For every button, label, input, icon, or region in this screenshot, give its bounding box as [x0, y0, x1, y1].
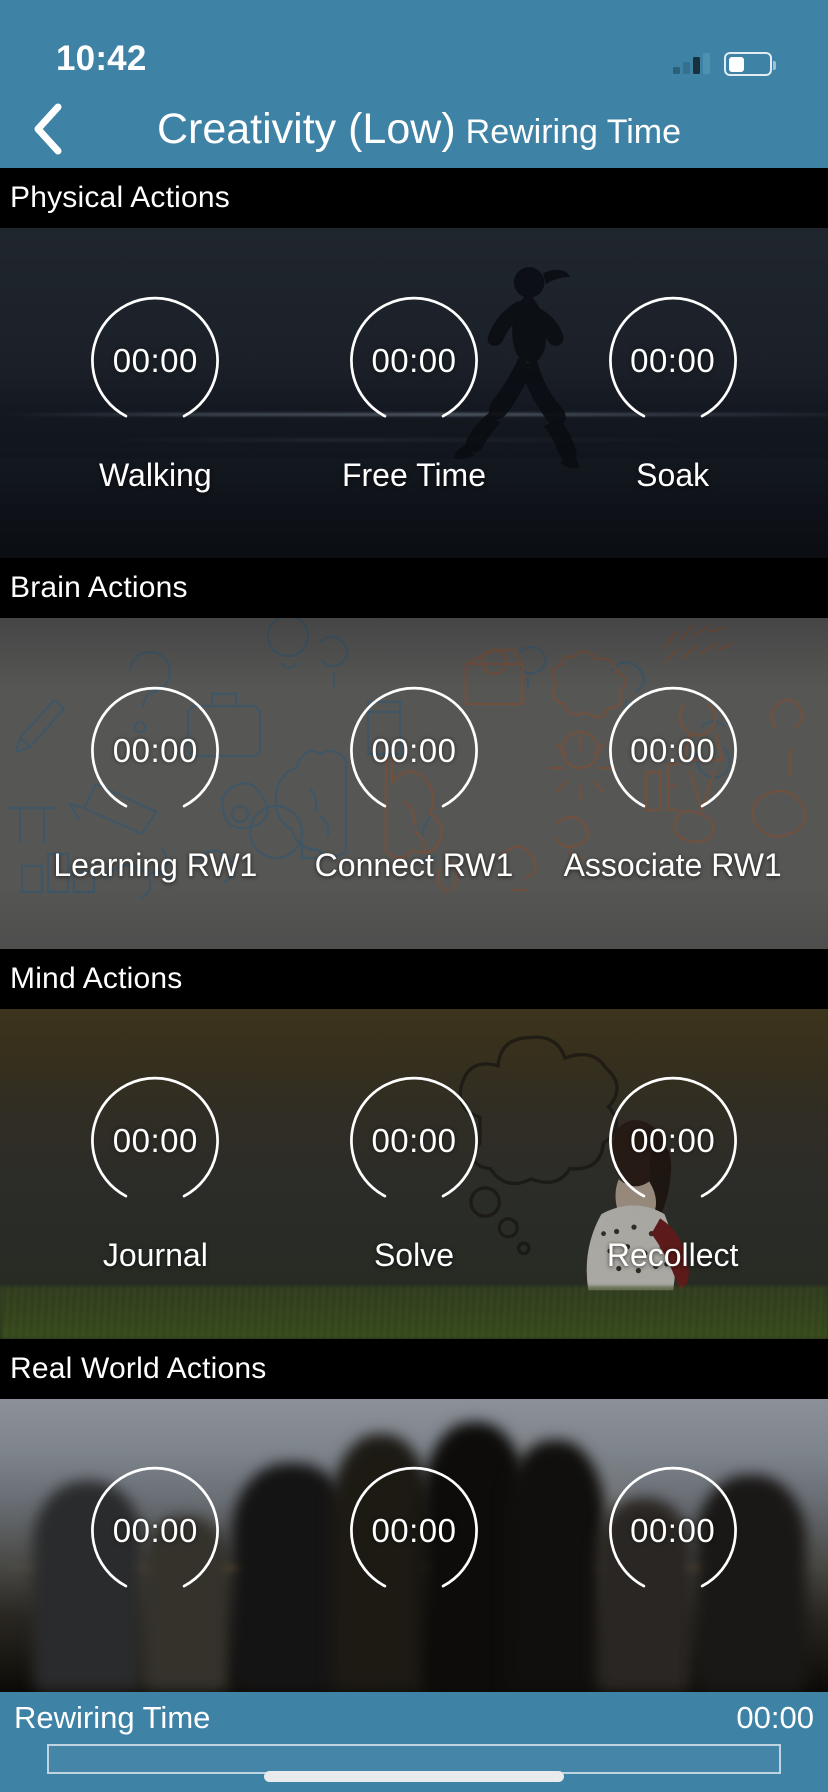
timer-tile-soak[interactable]: 00:00 Soak [573, 293, 773, 494]
timer-tile-real-world-2[interactable]: 00:00 [314, 1463, 514, 1627]
home-indicator[interactable] [264, 1771, 564, 1782]
bottom-bar-row: Rewiring Time 00:00 [14, 1700, 814, 1736]
timer-tile-connect-rw1[interactable]: 00:00 Connect RW1 [314, 683, 514, 884]
tile-row-mind: 00:00 Journal 00:00 Solve 00:00 Recollec… [0, 1009, 828, 1339]
section-body-physical-actions: 00:00 Walking 00:00 Free Time 00:00 Soak [0, 228, 828, 559]
timer-tile-recollect[interactable]: 00:00 Recollect [573, 1073, 773, 1274]
rewiring-time-label: Rewiring Time [14, 1700, 211, 1735]
chevron-left-icon [34, 103, 62, 155]
back-button[interactable] [0, 90, 96, 168]
section-header-physical-actions: Physical Actions [0, 168, 828, 228]
cellular-bars-icon [673, 53, 710, 74]
rewiring-time-value: 00:00 [736, 1700, 814, 1735]
timer-gauge: 00:00 [346, 293, 482, 429]
rewiring-progress-bar[interactable] [47, 1744, 781, 1774]
section-body-mind-actions: 00:00 Journal 00:00 Solve 00:00 Recollec… [0, 1008, 828, 1339]
timer-value: 00:00 [112, 731, 198, 769]
tile-row-physical: 00:00 Walking 00:00 Free Time 00:00 Soak [0, 228, 828, 558]
timer-gauge: 00:00 [87, 683, 223, 819]
section-header-brain-actions: Brain Actions [0, 558, 828, 619]
timer-value: 00:00 [112, 341, 198, 379]
section-header-label: Mind Actions [10, 961, 183, 995]
timer-gauge: 00:00 [87, 1463, 223, 1599]
timer-tile-walking[interactable]: 00:00 Walking [55, 293, 255, 494]
timer-gauge: 00:00 [346, 1463, 482, 1599]
timer-gauge: 00:00 [87, 1073, 223, 1209]
timer-value: 00:00 [371, 1122, 457, 1160]
timer-tile-solve[interactable]: 00:00 Solve [314, 1073, 514, 1274]
tile-label: Soak [636, 456, 710, 493]
timer-tile-journal[interactable]: 00:00 Journal [55, 1073, 255, 1274]
tile-label: Recollect [606, 1237, 739, 1274]
tile-label: Free Time [341, 456, 486, 493]
timer-tile-free-time[interactable]: 00:00 Free Time [314, 293, 514, 494]
navigation-bar: Creativity (Low) Rewiring Time [0, 90, 828, 168]
timer-tile-real-world-1[interactable]: 00:00 [55, 1463, 255, 1627]
tile-label: Connect RW1 [314, 846, 514, 883]
tile-label: Journal [102, 1237, 208, 1274]
tile-row-real-world: 00:00 00:00 00:00 [0, 1399, 828, 1692]
app-screen: 10:42 Creativity (Low) Rewiring Time Phy… [0, 0, 828, 1792]
tile-label: Associate RW1 [563, 846, 782, 883]
page-title-main: Creativity (Low) [156, 104, 456, 153]
timer-value: 00:00 [371, 1512, 457, 1550]
status-bar: 10:42 [0, 0, 828, 90]
timer-value: 00:00 [630, 341, 716, 379]
timer-gauge: 00:00 [87, 293, 223, 429]
timer-value: 00:00 [630, 1512, 716, 1550]
timer-gauge: 00:00 [605, 683, 741, 819]
battery-level-fill [728, 56, 745, 72]
status-bar-indicators [673, 52, 776, 76]
timer-value: 00:00 [112, 1512, 198, 1550]
tile-row-brain: 00:00 Learning RW1 00:00 Connect RW1 00:… [0, 618, 828, 948]
tile-label: Solve [373, 1237, 454, 1274]
timer-value: 00:00 [630, 1122, 716, 1160]
timer-tile-learning-rw1[interactable]: 00:00 Learning RW1 [53, 683, 258, 884]
timer-gauge: 00:00 [346, 1073, 482, 1209]
battery-icon [724, 52, 776, 76]
bottom-summary-bar: Rewiring Time 00:00 [0, 1692, 828, 1792]
section-header-label: Physical Actions [10, 181, 230, 214]
timer-value: 00:00 [630, 731, 716, 769]
status-bar-clock: 10:42 [56, 39, 147, 78]
page-title-sub: Rewiring Time [465, 112, 682, 151]
timer-tile-associate-rw1[interactable]: 00:00 Associate RW1 [564, 683, 782, 884]
timer-gauge: 00:00 [605, 293, 741, 429]
timer-value: 00:00 [371, 341, 457, 379]
section-header-real-world-actions: Real World Actions [0, 1338, 828, 1399]
timer-value: 00:00 [371, 731, 457, 769]
tile-label: Walking [99, 456, 212, 493]
tile-label: Learning RW1 [53, 846, 258, 883]
section-header-label: Brain Actions [10, 571, 188, 605]
timer-gauge: 00:00 [346, 683, 482, 819]
section-header-label: Real World Actions [10, 1351, 267, 1385]
section-header-mind-actions: Mind Actions [0, 948, 828, 1009]
section-body-real-world-actions: 00:00 00:00 00:00 [0, 1398, 828, 1692]
timer-gauge: 00:00 [605, 1073, 741, 1209]
timer-gauge: 00:00 [605, 1463, 741, 1599]
section-body-brain-actions: 00:00 Learning RW1 00:00 Connect RW1 00:… [0, 618, 828, 949]
timer-value: 00:00 [112, 1122, 198, 1160]
timer-tile-real-world-3[interactable]: 00:00 [573, 1463, 773, 1627]
page-title: Creativity (Low) Rewiring Time [0, 104, 828, 153]
